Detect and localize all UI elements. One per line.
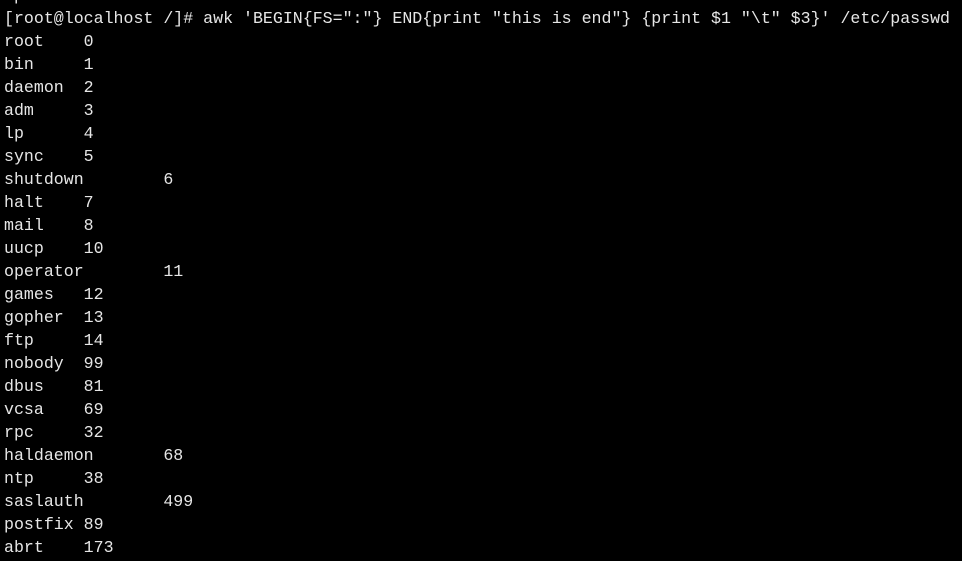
output-name: haldaemon <box>4 446 94 465</box>
output-line: nobody 99 <box>4 352 962 375</box>
output-line: vcsa 69 <box>4 398 962 421</box>
output-line: bin 1 <box>4 53 962 76</box>
output-name: operator <box>4 262 84 281</box>
output-name: lp <box>4 124 24 143</box>
output-name: halt <box>4 193 44 212</box>
output-line: ftp 14 <box>4 329 962 352</box>
output-line: saslauth 499 <box>4 490 962 513</box>
terminal-output[interactable]: oprofile 16 [root@localhost /]# awk 'BEG… <box>4 0 962 559</box>
output-uid: 0 <box>83 32 94 51</box>
output-line: postfix 89 <box>4 513 962 536</box>
output-line: ntp 38 <box>4 467 962 490</box>
output-uid: 7 <box>83 193 94 212</box>
output-uid: 13 <box>83 308 104 327</box>
output-name: adm <box>4 101 34 120</box>
output-line: operator 11 <box>4 260 962 283</box>
output-name: root <box>4 32 44 51</box>
output-line: rpc 32 <box>4 421 962 444</box>
output-name: uucp <box>4 239 44 258</box>
output-name: rpc <box>4 423 34 442</box>
output-name: abrt <box>4 538 44 557</box>
output-uid: 11 <box>163 262 184 281</box>
output-uid: 69 <box>83 400 104 419</box>
output-uid: 6 <box>163 170 174 189</box>
output-name: gopher <box>4 308 64 327</box>
output-name: saslauth <box>4 492 84 511</box>
output-name: games <box>4 285 54 304</box>
output-uid: 16 <box>163 0 183 5</box>
output-line: abrt 173 <box>4 536 962 559</box>
output-line: uucp 10 <box>4 237 962 260</box>
output-uid: 12 <box>83 285 104 304</box>
command-text: awk 'BEGIN{FS=":"} END{print "this is en… <box>203 9 951 28</box>
output-line: dbus 81 <box>4 375 962 398</box>
output-line: mail 8 <box>4 214 962 237</box>
command-line: [root@localhost /]# awk 'BEGIN{FS=":"} E… <box>4 7 962 30</box>
output-name: bin <box>4 55 34 74</box>
output-name: oprofile <box>4 0 84 5</box>
output-uid: 10 <box>83 239 104 258</box>
output-uid: 5 <box>83 147 94 166</box>
output-line-previous: oprofile 16 <box>4 0 962 7</box>
output-line: daemon 2 <box>4 76 962 99</box>
output-line: haldaemon 68 <box>4 444 962 467</box>
shell-prompt: [root@localhost /]# <box>4 9 204 28</box>
output-uid: 173 <box>83 538 114 557</box>
output-name: mail <box>4 216 44 235</box>
output-name: nobody <box>4 354 64 373</box>
output-name: sync <box>4 147 44 166</box>
output-name: dbus <box>4 377 44 396</box>
output-uid: 89 <box>83 515 104 534</box>
output-name: ftp <box>4 331 34 350</box>
output-line: shutdown 6 <box>4 168 962 191</box>
output-name: shutdown <box>4 170 84 189</box>
output-line: adm 3 <box>4 99 962 122</box>
output-uid: 14 <box>83 331 104 350</box>
output-uid: 2 <box>83 78 94 97</box>
output-uid: 8 <box>83 216 94 235</box>
output-uid: 4 <box>83 124 94 143</box>
output-name: ntp <box>4 469 34 488</box>
output-line: halt 7 <box>4 191 962 214</box>
output-uid: 1 <box>83 55 94 74</box>
output-line: lp 4 <box>4 122 962 145</box>
output-uid: 68 <box>163 446 184 465</box>
output-line: sync 5 <box>4 145 962 168</box>
output-name: vcsa <box>4 400 44 419</box>
output-line: gopher 13 <box>4 306 962 329</box>
output-uid: 499 <box>163 492 194 511</box>
output-name: postfix <box>4 515 74 534</box>
output-uid: 32 <box>83 423 104 442</box>
output-line: games 12 <box>4 283 962 306</box>
output-uid: 99 <box>83 354 104 373</box>
output-line: root 0 <box>4 30 962 53</box>
output-uid: 3 <box>83 101 94 120</box>
output-uid: 38 <box>83 469 104 488</box>
output-name: daemon <box>4 78 64 97</box>
output-uid: 81 <box>83 377 104 396</box>
